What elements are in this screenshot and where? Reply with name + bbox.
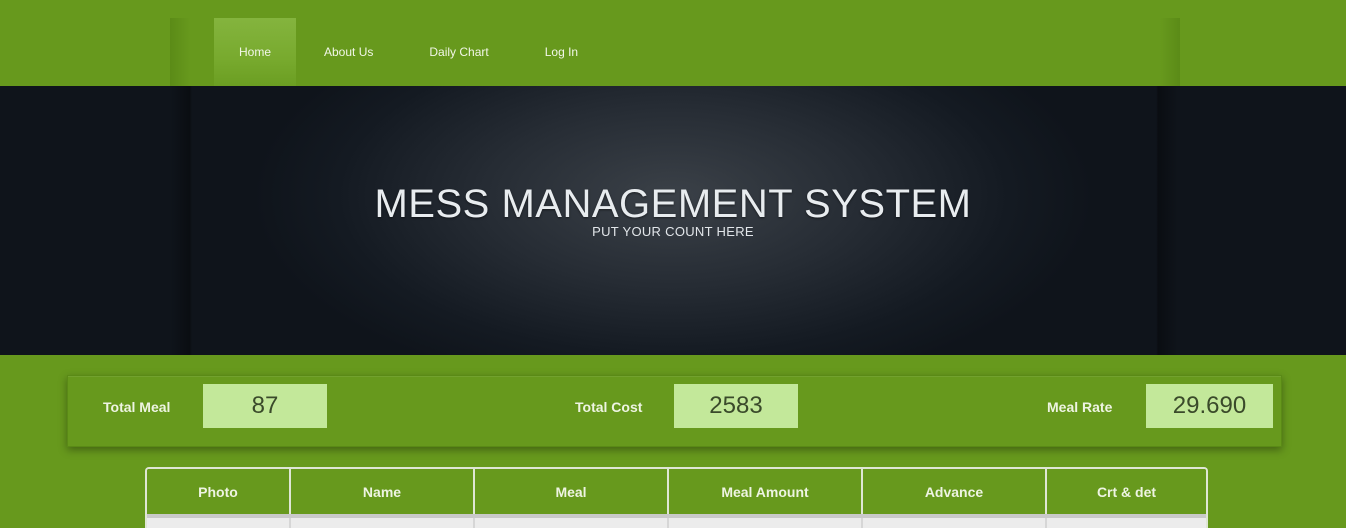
nav-item-home[interactable]: Home — [214, 18, 296, 86]
banner-title: MESS MANAGEMENT SYSTEM — [374, 182, 972, 226]
hero-banner: MESS MANAGEMENT SYSTEM PUT YOUR COUNT HE… — [0, 86, 1346, 355]
table-row — [147, 514, 1206, 528]
total-cost-value: 2583 — [674, 384, 798, 428]
nav-item-daily-chart[interactable]: Daily Chart — [401, 18, 516, 86]
column-header-advance[interactable]: Advance — [862, 469, 1047, 516]
table-cell — [147, 514, 291, 528]
column-header-meal-amount[interactable]: Meal Amount — [668, 469, 863, 516]
table-cell — [668, 514, 863, 528]
stats-bar: Total Meal 87 Total Cost 2583 Meal Rate … — [67, 375, 1282, 447]
table-cell — [862, 514, 1047, 528]
table-header-row: Photo Name Meal Meal Amount Advance Crt … — [147, 469, 1206, 516]
members-table: Photo Name Meal Meal Amount Advance Crt … — [145, 467, 1208, 528]
nav-item-log-in[interactable]: Log In — [517, 18, 606, 86]
total-meal-value: 87 — [203, 384, 327, 428]
column-header-meal[interactable]: Meal — [474, 469, 669, 516]
total-meal-label: Total Meal — [103, 399, 171, 415]
table-cell — [474, 514, 669, 528]
meal-rate-label: Meal Rate — [1047, 399, 1113, 415]
nav-item-about-us[interactable]: About Us — [296, 18, 401, 86]
total-cost-label: Total Cost — [575, 399, 643, 415]
table-cell — [1046, 514, 1206, 528]
nav-left-edge — [170, 18, 190, 86]
banner-subtitle: PUT YOUR COUNT HERE — [592, 224, 754, 239]
column-header-photo[interactable]: Photo — [147, 469, 291, 516]
nav-right-edge — [1160, 18, 1180, 86]
column-header-name[interactable]: Name — [290, 469, 475, 516]
main-nav: Home About Us Daily Chart Log In — [214, 18, 606, 86]
meal-rate-value: 29.690 — [1146, 384, 1273, 428]
table-cell — [290, 514, 475, 528]
column-header-crt-det[interactable]: Crt & det — [1046, 469, 1206, 516]
